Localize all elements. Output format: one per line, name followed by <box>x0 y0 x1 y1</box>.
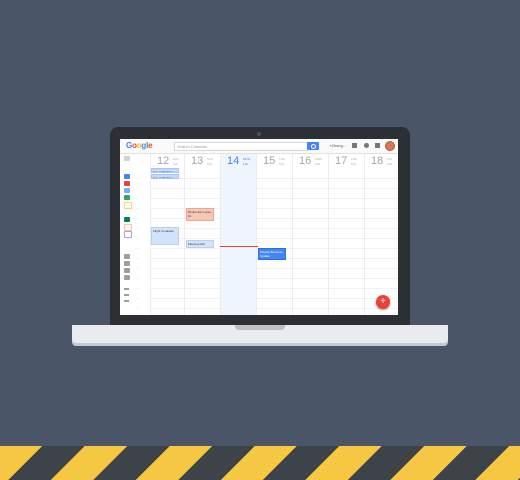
time-label: — <box>136 266 139 270</box>
laptop-notch <box>235 325 285 330</box>
day-number: 15 <box>263 155 276 167</box>
time-label: — <box>136 246 139 250</box>
allday-event[interactable]: Kay at Birthday <box>151 168 179 173</box>
calendar-color-swatch[interactable] <box>124 195 130 200</box>
day-month: Feb <box>387 162 393 166</box>
calendar-color-swatch[interactable] <box>124 231 132 238</box>
time-label: — <box>136 196 139 200</box>
calendar-color-swatch[interactable] <box>124 217 130 222</box>
create-event-button[interactable]: + <box>376 295 390 309</box>
calendar-color-swatch[interactable] <box>124 275 130 280</box>
day-month: Feb <box>351 162 357 166</box>
day-header[interactable]: 14 MON Feb <box>221 154 257 168</box>
day-weekday: SAT <box>173 157 179 161</box>
time-label: — <box>136 226 139 230</box>
calendar-color-swatch[interactable] <box>124 224 132 231</box>
day-weekday: MON <box>243 157 250 161</box>
current-time-indicator <box>220 246 258 247</box>
day-number: 13 <box>191 155 204 167</box>
calendar-event[interactable]: Meeting with <box>186 240 214 248</box>
time-label: — <box>136 256 139 260</box>
app-header: Google Search Calendar +Zhong... <box>120 139 398 154</box>
time-label: — <box>136 206 139 210</box>
mini-calendar-icon[interactable] <box>124 156 130 161</box>
day-weekday: WED <box>315 157 322 161</box>
day-header[interactable]: 18 FRI Feb <box>365 154 398 168</box>
calendar-app-window: Google Search Calendar +Zhong... — — — —… <box>120 139 398 315</box>
search-input[interactable]: Search Calendar <box>174 142 308 151</box>
calendar-color-swatch[interactable] <box>124 181 130 186</box>
day-weekday: SUN <box>207 157 214 161</box>
calendar-event[interactable]: Drinks don't open hit <box>186 208 214 221</box>
logo-letter: e <box>148 141 153 150</box>
week-grid: — — — — — — — — — — — — — — 12 SAT Feb 1… <box>134 154 398 315</box>
day-number: 16 <box>299 155 312 167</box>
calendar-color-swatch[interactable] <box>124 188 130 193</box>
search-button[interactable] <box>307 142 319 150</box>
avatar[interactable] <box>385 141 395 151</box>
time-label: — <box>136 306 139 310</box>
time-label: — <box>136 276 139 280</box>
google-logo: Google <box>126 141 153 150</box>
hazard-stripes <box>0 446 520 480</box>
day-header[interactable]: 15 TUE Feb <box>257 154 293 168</box>
day-number: 18 <box>371 155 384 167</box>
day-number: 14 <box>227 155 240 167</box>
day-header[interactable]: 12 SAT Feb <box>151 154 185 168</box>
grid-view-icon[interactable] <box>352 143 357 148</box>
day-column[interactable]: 15 TUE Feb <box>256 154 293 315</box>
calendar-color-swatch[interactable] <box>124 254 130 259</box>
day-weekday: TUE <box>279 157 285 161</box>
day-month: Feb <box>243 162 249 166</box>
calendar-event-selected[interactable]: Weekly Business Update <box>258 248 286 260</box>
laptop-screen-bezel: Google Search Calendar +Zhong... — — — —… <box>110 127 410 325</box>
time-column: — — — — — — — — — — — — — — <box>134 154 150 315</box>
day-header[interactable]: 13 SUN Feb <box>185 154 221 168</box>
day-column-today[interactable]: 14 MON Feb <box>220 154 257 315</box>
day-column[interactable]: 16 WED Feb <box>292 154 329 315</box>
calendar-color-swatch[interactable] <box>124 174 130 179</box>
time-label: — <box>136 176 139 180</box>
day-month: Feb <box>315 162 321 166</box>
time-label: — <box>136 186 139 190</box>
day-weekday: FRI <box>387 157 392 161</box>
day-column[interactable]: 18 FRI Feb <box>364 154 398 315</box>
sidebar <box>120 154 134 315</box>
calendar-color-swatch[interactable] <box>124 202 132 209</box>
day-number: 17 <box>335 155 348 167</box>
user-name-link[interactable]: +Zhong... <box>329 143 346 148</box>
day-weekday: THU <box>351 157 358 161</box>
day-header[interactable]: 16 WED Feb <box>293 154 329 168</box>
laptop-base <box>72 325 448 343</box>
day-month: Feb <box>279 162 285 166</box>
settings-icon[interactable] <box>364 143 369 148</box>
sidebar-control[interactable] <box>124 300 129 302</box>
day-number: 12 <box>157 155 170 167</box>
time-label: — <box>136 286 139 290</box>
allday-event[interactable]: Kay at Birthday <box>151 174 179 179</box>
day-month: Feb <box>207 162 213 166</box>
camera <box>257 132 261 136</box>
time-label: — <box>136 236 139 240</box>
apps-icon[interactable] <box>375 143 380 148</box>
time-label: — <box>136 296 139 300</box>
calendar-event[interactable]: Flight to Hawaii <box>151 227 179 245</box>
sidebar-control[interactable] <box>124 288 129 290</box>
calendar-color-swatch[interactable] <box>124 261 130 266</box>
day-month: Feb <box>173 162 179 166</box>
day-column[interactable]: 17 THU Feb <box>328 154 365 315</box>
sidebar-control[interactable] <box>124 294 129 296</box>
day-header[interactable]: 17 THU Feb <box>329 154 365 168</box>
day-column[interactable]: 13 SUN Feb <box>184 154 221 315</box>
time-label: — <box>136 216 139 220</box>
calendar-color-swatch[interactable] <box>124 268 130 273</box>
